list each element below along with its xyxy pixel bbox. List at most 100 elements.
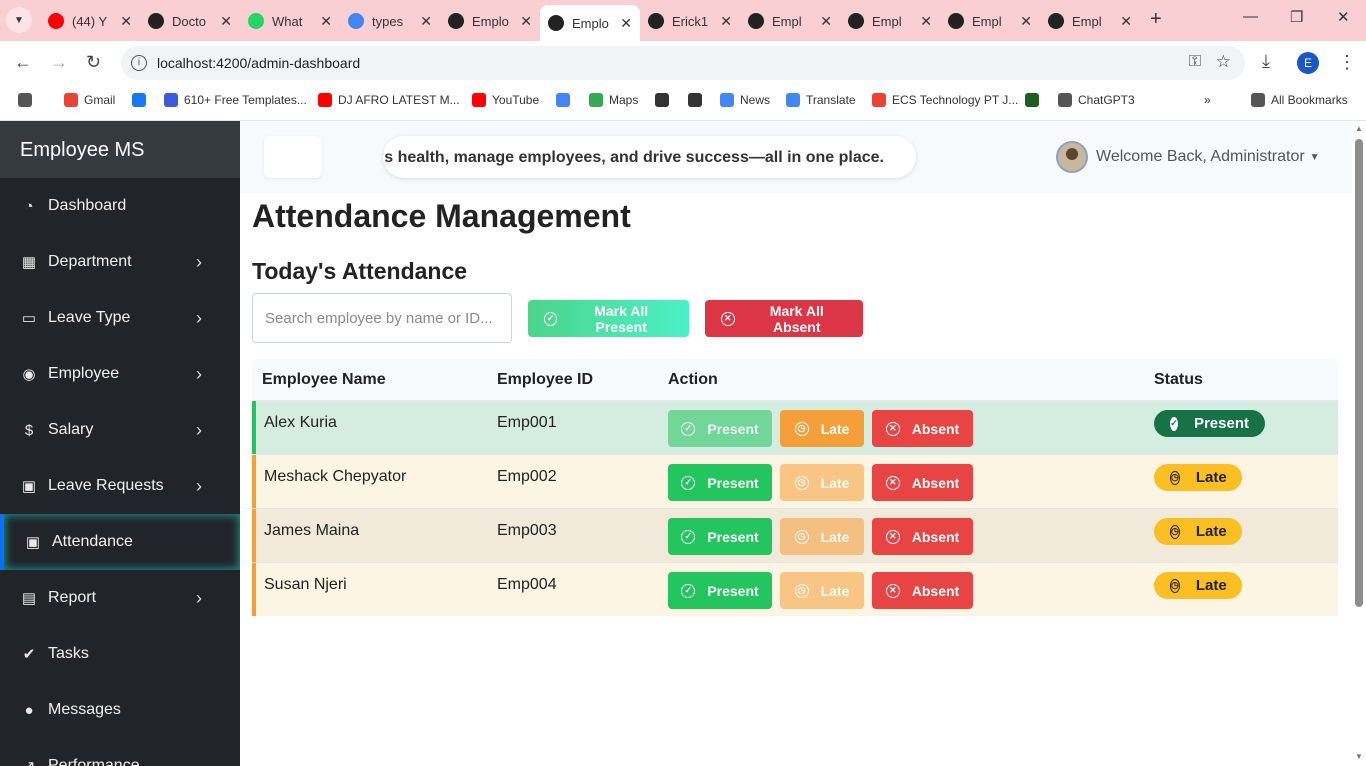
mark-all-present-button[interactable]: ✓ Mark All Present [528,300,689,337]
bookmark-item[interactable]: Translate [786,93,856,107]
google-icon [872,93,886,107]
bookmark-item[interactable]: DJ AFRO LATEST M... [318,93,460,107]
sidebar-item-leave-type[interactable]: ▭ Leave Type › [0,290,240,346]
mark-absent-label: Absent [911,474,960,491]
bookmark-label: YouTube [492,93,540,107]
bookmark-item[interactable]: » [1204,93,1211,107]
browser-tab[interactable]: (44) Y ✕ [40,5,140,37]
browser-tab[interactable]: Empl ✕ [840,5,940,37]
browser-menu-icon[interactable]: ⋮ [1338,52,1356,73]
bookmark-item[interactable]: All Bookmarks [1251,93,1348,107]
mark-absent-button[interactable]: ✕ Absent [872,518,973,555]
browser-tab[interactable]: Empl ✕ [1040,5,1140,37]
sidebar-item-attendance[interactable]: ▣ Attendance [0,514,240,570]
mark-absent-button[interactable]: ✕ Absent [872,572,973,609]
page-scrollbar[interactable]: ▲ ▼ [1352,121,1366,766]
check-circle-icon: ✔ [22,646,36,663]
check-circle-icon: ✓ [544,311,558,326]
sidebar-item-department[interactable]: ▦ Department › [0,234,240,290]
mark-late-button[interactable]: ◷ Late [780,464,864,501]
mark-absent-button[interactable]: ✕ Absent [872,410,973,447]
mark-present-button[interactable]: ✓ Present [668,410,772,447]
mark-late-button[interactable]: ◷ Late [780,572,864,609]
sidebar-item-salary[interactable]: $ Salary › [0,402,240,458]
browser-tab[interactable]: Docto ✕ [140,5,240,37]
browser-tab[interactable]: What ✕ [240,5,340,37]
bookmark-item[interactable] [655,93,675,107]
close-tab-icon[interactable]: ✕ [120,13,132,30]
browser-tab[interactable]: Erick1 ✕ [640,5,740,37]
mark-late-button[interactable]: ◷ Late [780,518,864,555]
address-bar[interactable]: i localhost:4200/admin-dashboard ⚿ ☆ [121,46,1245,80]
browser-tab[interactable]: Emplo ✕ [540,5,640,41]
sidebar-item-messages[interactable]: ● Messages [0,682,240,738]
browser-tab[interactable]: Empl ✕ [740,5,840,37]
browser-tab[interactable]: Empl ✕ [940,5,1040,37]
close-tab-icon[interactable]: ✕ [1120,13,1132,30]
table-row: Meshack Chepyator Emp002 ✓ Present ◷ Late ✕ Abs… [252,454,1338,508]
mark-present-button[interactable]: ✓ Present [668,464,772,501]
bookmark-item[interactable]: News [720,93,770,107]
bookmark-item[interactable]: 610+ Free Templates... [164,93,307,107]
clock-icon: ◷ [1170,470,1180,485]
close-tab-icon[interactable]: ✕ [320,13,332,30]
bookmark-item[interactable] [556,93,576,107]
url-text[interactable]: localhost:4200/admin-dashboard [157,55,360,71]
bookmark-item[interactable] [18,93,38,107]
clock-icon: ◷ [1170,524,1180,539]
new-tab-button[interactable]: + [1150,8,1162,31]
search-input[interactable] [252,293,512,343]
bookmark-item[interactable] [688,93,708,107]
check-circle-icon: ✓ [681,529,696,544]
close-tab-icon[interactable]: ✕ [820,13,832,30]
back-icon[interactable]: ← [14,52,32,73]
sidebar-item-dashboard[interactable]: ◔ Dashboard [0,178,240,234]
sidebar-item-tasks[interactable]: ✔ Tasks [0,626,240,682]
bookmark-item[interactable] [1025,93,1045,107]
minimize-icon[interactable]: — [1243,8,1258,25]
restore-icon[interactable]: ❐ [1290,8,1303,26]
close-tab-icon[interactable]: ✕ [620,15,632,32]
sidebar-item-label: Department [48,253,132,270]
forward-icon[interactable]: → [50,52,68,73]
bookmark-item[interactable]: ChatGPT3 [1058,93,1135,107]
bookmark-item[interactable] [132,93,152,107]
sidebar-item-performance[interactable]: ↗ Performance [0,738,240,766]
user-menu-toggle[interactable]: Welcome Back, Administrator ▼ [1056,141,1320,173]
close-tab-icon[interactable]: ✕ [920,13,932,30]
close-tab-icon[interactable]: ✕ [420,13,432,30]
close-tab-icon[interactable]: ✕ [1020,13,1032,30]
close-tab-icon[interactable]: ✕ [520,13,532,30]
close-tab-icon[interactable]: ✕ [720,13,732,30]
bookmark-star-icon[interactable]: ☆ [1216,52,1231,72]
bookmark-item[interactable]: Maps [589,93,638,107]
tab-title: Erick1 [672,13,709,29]
mark-present-button[interactable]: ✓ Present [668,572,772,609]
clock-icon: ◷ [794,421,809,436]
sidebar-item-employee[interactable]: ◉ Employee › [0,346,240,402]
download-icon[interactable]: ⤓ [1262,51,1270,72]
scroll-down-icon[interactable]: ▼ [1355,752,1363,761]
tab-title: Emplo [472,13,509,29]
scroll-up-icon[interactable]: ▲ [1355,124,1363,133]
bookmark-item[interactable]: ECS Technology PT J... [872,93,1018,107]
welcome-text: Welcome Back, Administrator [1096,148,1305,165]
password-key-icon[interactable]: ⚿ [1189,53,1201,71]
tab-search-button[interactable]: ▼ [6,7,32,33]
site-info-icon[interactable]: i [131,55,147,71]
scrollbar-thumb[interactable] [1355,139,1363,607]
bookmark-item[interactable]: Gmail [64,93,115,107]
close-window-icon[interactable]: ✕ [1337,8,1350,26]
mark-late-button[interactable]: ◷ Late [780,410,864,447]
browser-tab[interactable]: types ✕ [340,5,440,37]
close-tab-icon[interactable]: ✕ [220,13,232,30]
sidebar-item-leave-requests[interactable]: ▣ Leave Requests › [0,458,240,514]
mark-present-button[interactable]: ✓ Present [668,518,772,555]
sidebar-item-report[interactable]: ▤ Report › [0,570,240,626]
profile-avatar[interactable]: E [1297,52,1319,74]
browser-tab[interactable]: Emplo ✕ [440,5,540,37]
reload-icon[interactable]: ↻ [86,52,101,73]
mark-absent-button[interactable]: ✕ Absent [872,464,973,501]
bookmark-item[interactable]: YouTube [472,93,539,107]
mark-all-absent-button[interactable]: ✕ Mark All Absent [705,300,863,337]
